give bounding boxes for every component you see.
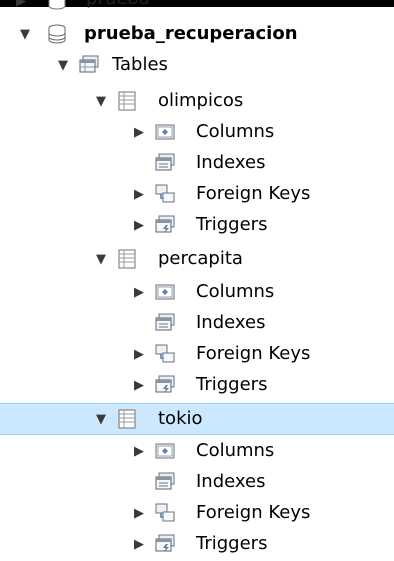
tree-item-columns[interactable]: ▶ Columns [0,116,394,148]
table-icon [118,91,136,111]
indexes-icon [155,313,175,331]
tree-item-indexes[interactable]: Indexes [0,147,394,179]
indexes-icon [155,472,175,490]
tree-item-partial[interactable]: ▶ prueba [0,0,394,14]
tree-item-tables-folder[interactable]: ▼ Tables [0,49,394,81]
collapse-arrow-icon[interactable]: ▼ [94,252,108,267]
tree-item-foreign-keys[interactable]: ▶ Foreign Keys [0,497,394,529]
columns-icon [155,443,175,459]
foreign-keys-label: Foreign Keys [196,502,311,523]
table-icon [118,409,136,429]
indexes-icon [155,153,175,171]
tables-folder-icon [79,55,99,73]
triggers-label: Triggers [196,214,268,235]
expand-arrow-icon[interactable]: ▶ [132,285,146,300]
tree-item-foreign-keys[interactable]: ▶ Foreign Keys [0,178,394,210]
foreign-keys-label: Foreign Keys [196,343,311,364]
tree-item-triggers[interactable]: ▶ Triggers [0,528,394,560]
table-label: olimpicos [158,90,244,111]
tree-item-table-tokio[interactable]: ▼ tokio [0,403,394,435]
foreign-keys-icon [155,184,175,203]
expand-arrow-icon[interactable]: ▶ [14,0,28,9]
foreign-keys-icon [155,344,175,363]
collapse-arrow-icon[interactable]: ▼ [18,27,32,42]
indexes-label: Indexes [196,312,266,333]
expand-arrow-icon[interactable]: ▶ [132,347,146,362]
triggers-icon [155,534,175,552]
tree-item-label: prueba [86,0,150,14]
table-label: percapita [158,248,243,269]
expand-arrow-icon[interactable]: ▶ [132,378,146,393]
tree-item-triggers[interactable]: ▶ Triggers [0,369,394,401]
foreign-keys-label: Foreign Keys [196,183,311,204]
tables-folder-label: Tables [112,54,168,75]
triggers-icon [155,215,175,233]
tree-item-table-olimpicos[interactable]: ▼ olimpicos [0,85,394,117]
database-label: prueba_recuperacion [84,23,298,44]
columns-label: Columns [196,121,275,142]
tree-item-indexes[interactable]: Indexes [0,466,394,498]
tree-item-foreign-keys[interactable]: ▶ Foreign Keys [0,338,394,370]
expand-arrow-icon[interactable]: ▶ [132,187,146,202]
expand-arrow-icon[interactable]: ▶ [132,218,146,233]
columns-label: Columns [196,440,275,461]
table-icon [118,249,136,269]
columns-icon [155,284,175,300]
expand-arrow-icon[interactable]: ▶ [132,444,146,459]
expand-arrow-icon[interactable]: ▶ [132,125,146,140]
tree-item-table-percapita[interactable]: ▼ percapita [0,243,394,275]
database-icon [48,0,66,10]
collapse-arrow-icon[interactable]: ▼ [94,94,108,109]
tree-item-columns[interactable]: ▶ Columns [0,435,394,467]
triggers-label: Triggers [196,533,268,554]
tree-item-columns[interactable]: ▶ Columns [0,276,394,308]
table-label: tokio [158,408,203,429]
collapse-arrow-icon[interactable]: ▼ [56,58,70,73]
columns-label: Columns [196,281,275,302]
triggers-label: Triggers [196,374,268,395]
indexes-label: Indexes [196,152,266,173]
tree-item-indexes[interactable]: Indexes [0,307,394,339]
columns-icon [155,124,175,140]
collapse-arrow-icon[interactable]: ▼ [94,412,108,427]
foreign-keys-icon [155,503,175,522]
expand-arrow-icon[interactable]: ▶ [132,506,146,521]
triggers-icon [155,375,175,393]
expand-arrow-icon[interactable]: ▶ [132,537,146,552]
indexes-label: Indexes [196,471,266,492]
tree-item-triggers[interactable]: ▶ Triggers [0,209,394,241]
tree-item-database[interactable]: ▼ prueba_recuperacion [0,18,394,50]
database-icon [48,24,66,44]
